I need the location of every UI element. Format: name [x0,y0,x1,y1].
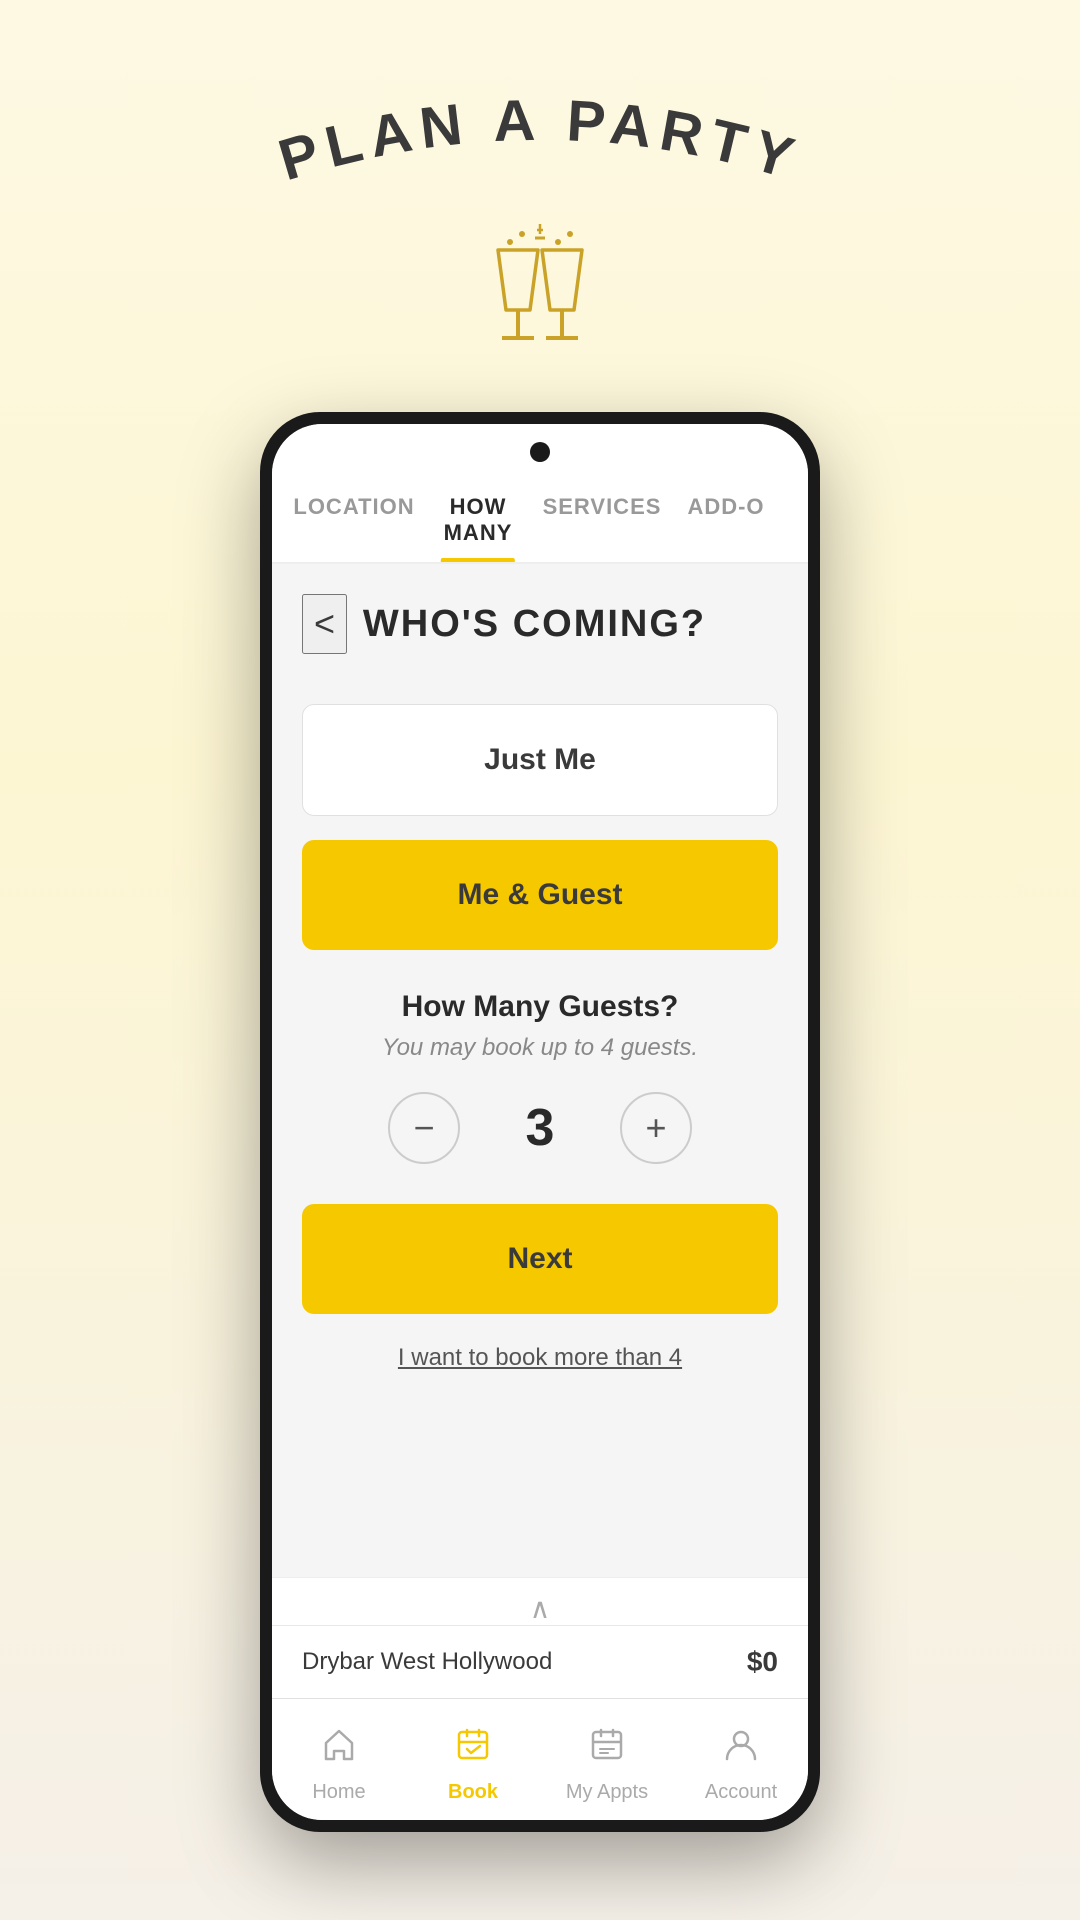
up-arrow-container[interactable]: ∧ [272,1577,808,1625]
increment-button[interactable]: + [620,1092,692,1164]
bottom-nav: Home Book [272,1698,808,1820]
nav-account-label: Account [705,1781,777,1804]
nav-account[interactable]: Account [674,1719,808,1810]
guests-subtitle: You may book up to 4 guests. [302,1034,778,1062]
plan-a-party-title-container: PLAN A PARTY [230,80,850,210]
phone-frame: LOCATION HOW MANY SERVICES ADD-O < WHO'S… [260,412,820,1832]
tab-add-ons[interactable]: ADD-O [664,474,788,562]
guests-section-title: How Many Guests? [302,990,778,1024]
guests-section: How Many Guests? You may book up to 4 gu… [302,990,778,1164]
me-and-guest-button[interactable]: Me & Guest [302,840,778,950]
book-more-link[interactable]: I want to book more than 4 [302,1344,778,1372]
page-header: < WHO'S COMING? [302,564,778,674]
my-appts-icon [588,1725,626,1773]
nav-book[interactable]: Book [406,1719,540,1810]
home-icon [320,1725,358,1773]
nav-home[interactable]: Home [272,1719,406,1810]
nav-my-appts[interactable]: My Appts [540,1719,674,1810]
page-title: WHO'S COMING? [347,603,778,646]
up-arrow-icon: ∧ [530,1593,551,1624]
next-button[interactable]: Next [302,1204,778,1314]
nav-my-appts-label: My Appts [566,1781,648,1804]
account-icon [722,1725,760,1773]
phone-screen: LOCATION HOW MANY SERVICES ADD-O < WHO'S… [272,424,808,1820]
nav-book-label: Book [448,1781,498,1804]
champagne-glasses-icon [480,220,600,372]
guest-counter: − 3 + [302,1092,778,1164]
main-content: < WHO'S COMING? Just Me Me & Guest How M… [272,564,808,1577]
tab-services[interactable]: SERVICES [540,474,664,562]
tab-how-many[interactable]: HOW MANY [416,474,540,562]
tab-location[interactable]: LOCATION [292,474,416,562]
svg-text:PLAN A PARTY: PLAN A PARTY [272,88,809,194]
book-icon [454,1725,492,1773]
bottom-info-bar: Drybar West Hollywood $0 [272,1625,808,1698]
decrement-button[interactable]: − [388,1092,460,1164]
price-display: $0 [747,1646,778,1678]
back-button[interactable]: < [302,594,347,654]
guest-count: 3 [510,1098,570,1158]
nav-home-label: Home [312,1781,365,1804]
camera-dot [530,442,550,462]
just-me-button[interactable]: Just Me [302,704,778,816]
top-hero: PLAN A PARTY [230,0,850,412]
location-name: Drybar West Hollywood [302,1648,552,1676]
guest-options: Just Me Me & Guest [302,704,778,950]
